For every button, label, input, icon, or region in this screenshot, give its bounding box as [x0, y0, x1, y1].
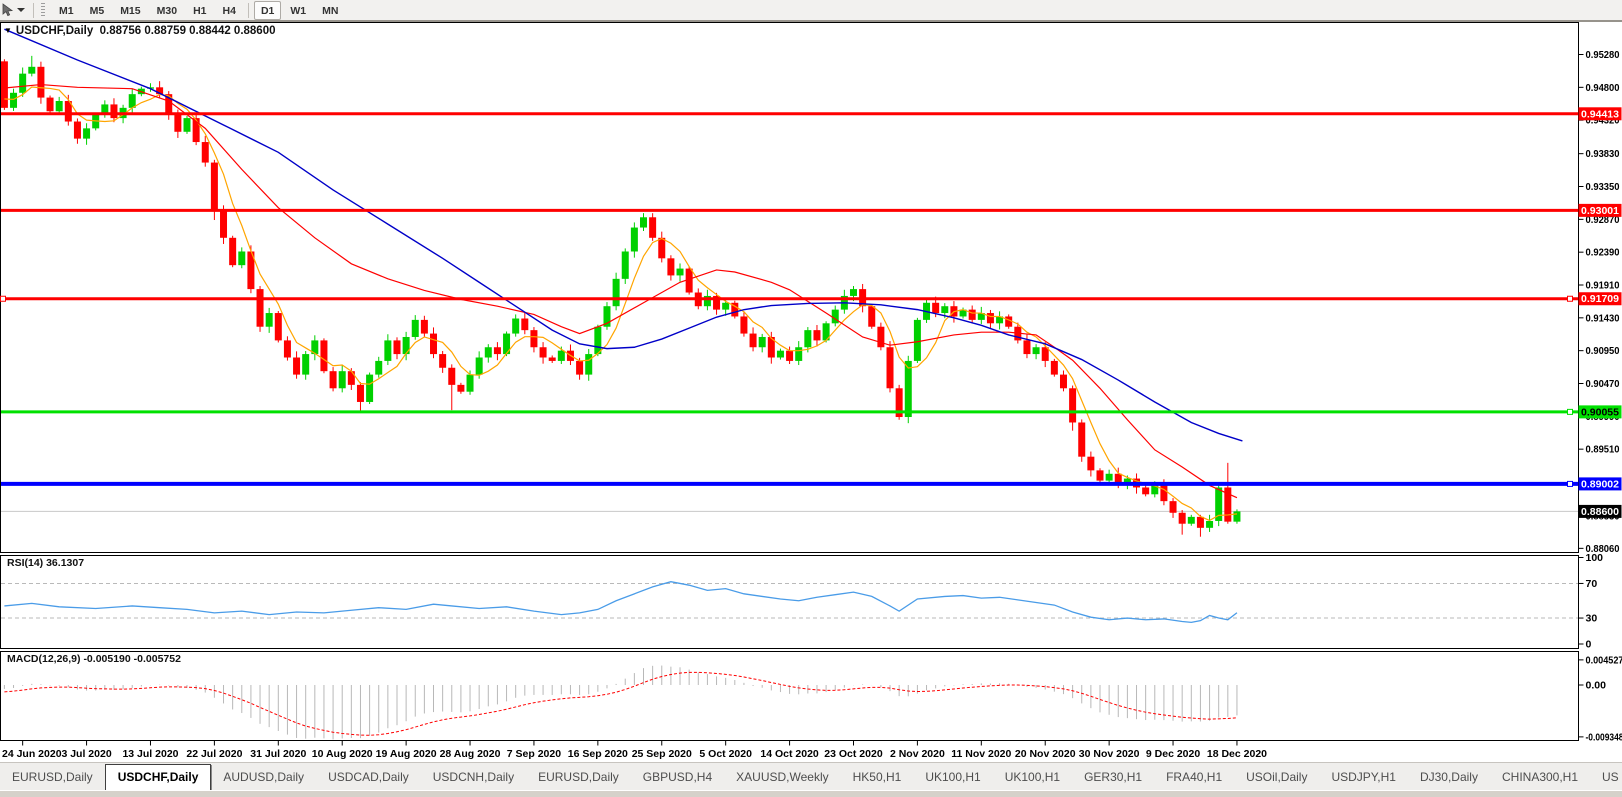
time-tick-label: 22 Jul 2020 [186, 748, 242, 760]
chart-tab[interactable]: FRA40,H1 [1154, 765, 1234, 789]
hline-price-label: 0.93001 [1581, 205, 1619, 217]
chart-tab[interactable]: USDCHF,Daily [105, 764, 212, 791]
chart-tab[interactable]: USDJPY,H1 [1319, 765, 1407, 789]
pane-frames [1, 23, 1579, 741]
toolbar-divider [248, 3, 249, 18]
timeframe-button-H4[interactable]: H4 [216, 1, 243, 20]
chart-tab[interactable]: DJ30,Daily [1408, 765, 1490, 789]
timeframe-button-M15[interactable]: M15 [113, 1, 147, 20]
toolbar: M1M5M15M30H1H4 D1W1MN [0, 0, 1622, 22]
chart-tab[interactable]: GER30,H1 [1072, 765, 1154, 789]
timeframe-button-W1[interactable]: W1 [283, 1, 313, 20]
timeframe-button-D1[interactable]: D1 [254, 1, 281, 20]
price-tick-label: 0.91430 [1586, 312, 1620, 324]
chart-tab[interactable]: AUDUSD,Daily [211, 765, 316, 789]
rsi-level-label: 30 [1586, 613, 1598, 625]
chart-tab[interactable]: UK100,H1 [993, 765, 1072, 789]
time-tick-label: 24 Jun 2020 [2, 748, 62, 760]
price-tick-label: 0.92390 [1586, 247, 1620, 259]
chart-canvas[interactable]: 0.952800.948000.943200.938300.933500.928… [0, 0, 1622, 762]
chart-tab[interactable]: USDCNH,Daily [421, 765, 526, 789]
price-tick-label: 0.90470 [1586, 378, 1620, 390]
rsi-level-label: 0 [1586, 639, 1592, 651]
time-tick-label: 16 Sep 2020 [568, 748, 628, 760]
time-tick-label: 2 Nov 2020 [890, 748, 945, 760]
chart-tab[interactable]: US [1590, 765, 1622, 789]
toolbar-grip[interactable] [41, 3, 45, 17]
time-tick-label: 3 Jul 2020 [61, 748, 111, 760]
chart-tab[interactable]: XAUUSD,Weekly [724, 765, 840, 789]
time-tick-label: 20 Nov 2020 [1015, 748, 1076, 760]
timeframe-button-M5[interactable]: M5 [83, 1, 112, 20]
time-tick-label: 7 Sep 2020 [507, 748, 561, 760]
time-tick-label: 5 Oct 2020 [699, 748, 752, 760]
chart-title-text: USDCHF,Daily 0.88756 0.88759 0.88442 0.8… [16, 25, 276, 37]
chart-tab[interactable]: UK100,H1 [913, 765, 992, 789]
timeframe-button-M30[interactable]: M30 [150, 1, 184, 20]
time-tick-label: 30 Nov 2020 [1079, 748, 1140, 760]
chart-tab[interactable]: EURUSD,Daily [526, 765, 631, 789]
chart-collapse-icon[interactable]: ▼ [4, 27, 12, 35]
time-tick-label: 31 Jul 2020 [250, 748, 306, 760]
chart-tab[interactable]: CHINA300,H1 [1490, 765, 1590, 789]
price-tick-label: 0.95280 [1586, 49, 1620, 61]
time-tick-label: 28 Aug 2020 [440, 748, 501, 760]
macd-indicator-title: MACD(12,26,9) -0.005190 -0.005752 [7, 653, 181, 665]
time-tick-label: 18 Dec 2020 [1207, 748, 1267, 760]
price-tick-label: 0.94800 [1586, 82, 1620, 94]
hline-price-label: 0.90055 [1581, 406, 1619, 418]
chart-tab[interactable]: GBPUSD,H4 [631, 765, 724, 789]
time-tick-label: 19 Aug 2020 [376, 748, 437, 760]
macd-axis-label: 0.00 [1586, 680, 1607, 692]
cursor-tool-button[interactable] [0, 1, 29, 19]
rsi-indicator-title: RSI(14) 36.1307 [7, 557, 84, 569]
macd-axis-label: 0.004527 [1586, 654, 1622, 666]
macd-axis[interactable]: 0.004527 0.00 -0.009348 [1579, 654, 1622, 743]
toolbar-divider [33, 3, 34, 18]
chart-title: ▼ USDCHF,Daily 0.88756 0.88759 0.88442 0… [4, 25, 276, 37]
rsi-level-label: 100 [1586, 552, 1604, 564]
hline-price-label: 0.94413 [1581, 108, 1619, 120]
caret-down-icon[interactable] [17, 8, 25, 12]
current-price-label: 0.88600 [1581, 506, 1619, 518]
timeframe-button-H1[interactable]: H1 [186, 1, 213, 20]
price-tick-label: 0.90950 [1586, 345, 1620, 357]
price-tick-label: 0.93830 [1586, 148, 1620, 160]
pointer-cursor-icon [1, 3, 14, 17]
time-tick-label: 25 Sep 2020 [632, 748, 692, 760]
time-tick-label: 11 Nov 2020 [951, 748, 1011, 760]
timeframe-button-group: M1M5M15M30H1H4 D1W1MN [51, 1, 346, 20]
price-tick-label: 0.89510 [1586, 444, 1620, 456]
hline-price-label: 0.89002 [1581, 478, 1619, 490]
hline-price-label: 0.91709 [1581, 293, 1619, 305]
time-tick-label: 9 Dec 2020 [1146, 748, 1200, 760]
chart-tab[interactable]: EURUSD,Daily [0, 765, 105, 789]
time-axis[interactable]: 24 Jun 20203 Jul 2020 13 Jul 2020 22 Jul 2… [2, 741, 1267, 761]
time-tick-label: 13 Jul 2020 [122, 748, 178, 760]
price-tick-label: 0.93350 [1586, 181, 1620, 193]
rsi-level-label: 70 [1586, 578, 1598, 590]
time-tick-label: 14 Oct 2020 [760, 748, 819, 760]
timeframe-button-MN[interactable]: MN [315, 1, 345, 20]
timeframe-button-M1[interactable]: M1 [52, 1, 81, 20]
chart-tab[interactable]: HK50,H1 [841, 765, 914, 789]
chart-tab-bar: EURUSD,DailyUSDCHF,DailyAUDUSD,DailyUSDC… [0, 762, 1622, 791]
chart-tab[interactable]: USDCAD,Daily [316, 765, 421, 789]
price-tick-label: 0.91910 [1586, 280, 1620, 292]
macd-axis-label: -0.009348 [1586, 731, 1622, 743]
chart-tab[interactable]: USOil,Daily [1234, 765, 1319, 789]
time-tick-label: 10 Aug 2020 [312, 748, 373, 760]
time-tick-label: 23 Oct 2020 [824, 748, 883, 760]
